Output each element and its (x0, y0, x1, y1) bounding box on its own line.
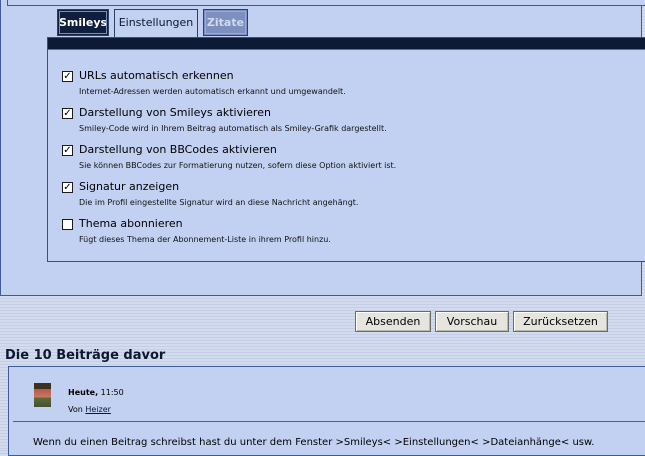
post-timestamp: Heute, 11:50 (68, 388, 124, 397)
settings-header-band (48, 38, 645, 50)
post-header: Heute, 11:50 Von Heizer (13, 375, 645, 422)
option-description: Sie können BBCodes zur Formatierung nutz… (79, 161, 397, 170)
post-date-label: Heute, (68, 388, 99, 397)
option-title: Darstellung von BBCodes aktivieren (79, 143, 277, 156)
smileys-checkbox[interactable]: ✓ (62, 108, 73, 119)
option-description: Die im Profil eingestellte Signatur wird… (79, 198, 359, 207)
post-author-link[interactable]: Heizer (85, 405, 111, 414)
previous-posts-panel: Heute, 11:50 Von Heizer Wenn du einen Be… (8, 366, 645, 456)
bbcodes-checkbox[interactable]: ✓ (62, 145, 73, 156)
signature-checkbox[interactable]: ✓ (62, 182, 73, 193)
option-title: Darstellung von Smileys aktivieren (79, 106, 271, 119)
tab-smileys[interactable]: Smileys (57, 9, 109, 36)
tab-quotes[interactable]: Zitate (203, 9, 248, 36)
post-time: 11:50 (98, 388, 124, 397)
post-body-text: Wenn du einen Beitrag schreibst hast du … (33, 437, 595, 448)
settings-options-box: ✓ URLs automatisch erkennen Internet-Adr… (47, 37, 645, 262)
auto-urls-checkbox[interactable]: ✓ (62, 71, 73, 82)
option-title: URLs automatisch erkennen (79, 69, 234, 82)
previous-posts-heading: Die 10 Beiträge davor (5, 348, 166, 363)
tab-settings[interactable]: Einstellungen (114, 9, 198, 39)
post-by-label: Von (68, 405, 86, 414)
subscribe-checkbox[interactable] (62, 219, 73, 230)
avatar[interactable] (34, 383, 51, 407)
post-author-line: Von Heizer (68, 405, 111, 414)
reset-button[interactable]: Zurücksetzen (513, 311, 608, 332)
option-description: Smiley-Code wird in Ihrem Beitrag automa… (79, 124, 387, 133)
option-description: Fügt dieses Thema der Abonnement-Liste i… (79, 235, 331, 244)
preview-button[interactable]: Vorschau (435, 311, 509, 332)
option-title: Thema abonnieren (79, 217, 183, 230)
option-description: Internet-Adressen werden automatisch erk… (79, 87, 346, 96)
form-top-frame (7, 0, 645, 6)
option-title: Signatur anzeigen (79, 180, 180, 193)
send-button[interactable]: Absenden (355, 311, 431, 332)
